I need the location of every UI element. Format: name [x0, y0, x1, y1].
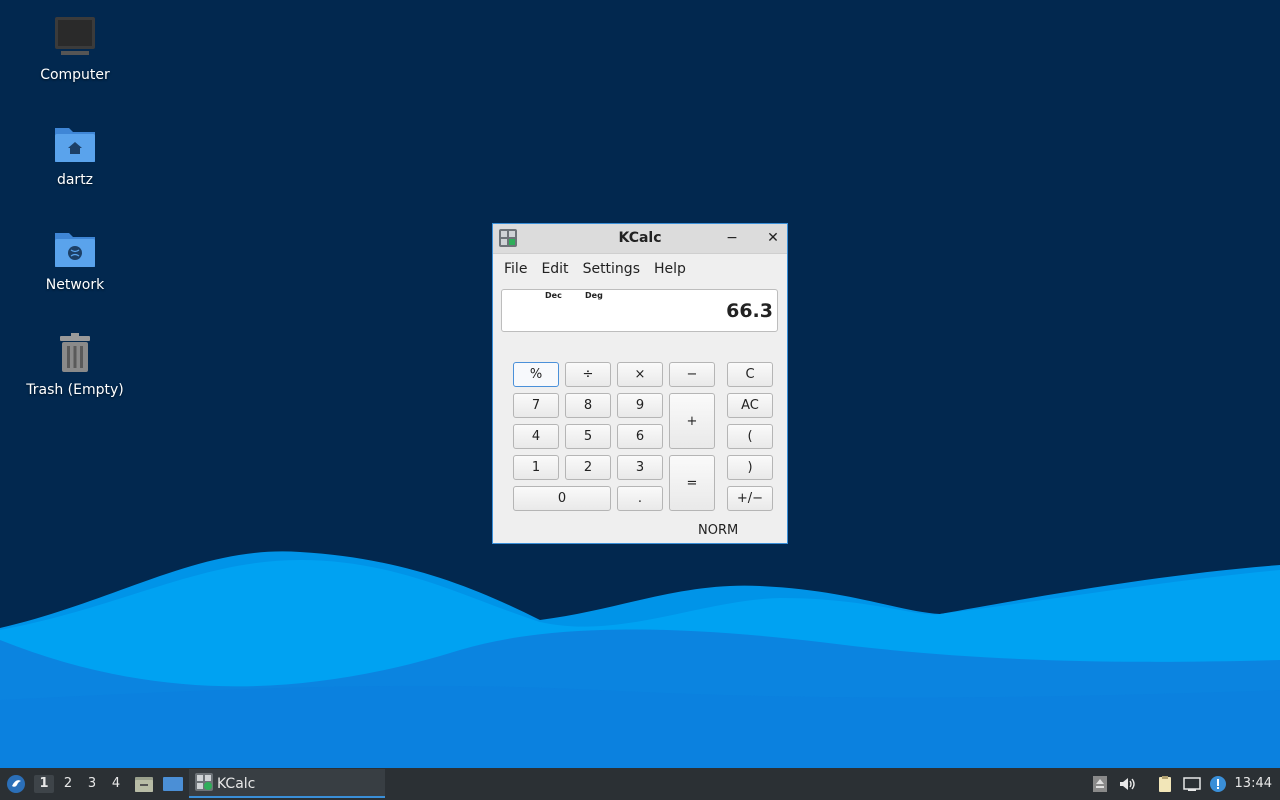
close-paren-button[interactable]: )	[727, 455, 773, 480]
open-paren-button[interactable]: (	[727, 424, 773, 449]
kcalc-taskbar-icon	[195, 773, 213, 791]
window-title: KCalc	[618, 230, 662, 246]
window-titlebar[interactable]: KCalc − ✕	[493, 224, 787, 254]
menu-settings[interactable]: Settings	[576, 261, 647, 277]
volume-icon[interactable]	[1118, 775, 1136, 793]
desktop-icon-label: Trash (Empty)	[26, 382, 124, 398]
digit-6-button[interactable]: 6	[617, 424, 663, 449]
desktop-icon-label: Computer	[40, 67, 110, 83]
base-mode-indicator: Dec	[545, 291, 562, 300]
multiply-button[interactable]: ×	[617, 362, 663, 387]
digit-4-button[interactable]: 4	[513, 424, 559, 449]
clear-button[interactable]: C	[727, 362, 773, 387]
digit-7-button[interactable]: 7	[513, 393, 559, 418]
subtract-button[interactable]: −	[669, 362, 715, 387]
workspace-4[interactable]: 4	[106, 775, 126, 793]
menu-edit[interactable]: Edit	[534, 261, 575, 277]
calculator-display: Dec Deg 66.3	[501, 289, 778, 332]
workspace-3[interactable]: 3	[82, 775, 102, 793]
divide-button[interactable]: ÷	[565, 362, 611, 387]
angle-mode-indicator: Deg	[585, 291, 603, 300]
kcalc-window: KCalc − ✕ File Edit Settings Help Dec De…	[492, 223, 788, 544]
equals-button[interactable]: =	[669, 455, 715, 511]
display-value: 66.3	[726, 300, 773, 322]
clock[interactable]: 13:44	[1235, 776, 1272, 791]
desktop-icon-home[interactable]: dartz	[20, 120, 130, 188]
notification-icon[interactable]	[1209, 775, 1227, 793]
desktop-icon-label: dartz	[56, 172, 94, 188]
desktop-icon-label: Network	[45, 277, 105, 293]
clipboard-icon[interactable]	[1156, 775, 1174, 793]
network-folder-icon	[55, 233, 95, 267]
decimal-button[interactable]: .	[617, 486, 663, 511]
digit-3-button[interactable]: 3	[617, 455, 663, 480]
percent-button[interactable]: %	[513, 362, 559, 387]
digit-8-button[interactable]: 8	[565, 393, 611, 418]
digit-0-button[interactable]: 0	[513, 486, 611, 511]
minimize-button[interactable]: −	[722, 228, 742, 248]
eject-icon[interactable]	[1091, 775, 1109, 793]
sign-toggle-button[interactable]: +/−	[727, 486, 773, 511]
computer-icon	[55, 17, 95, 55]
workspace-1[interactable]: 1	[34, 775, 54, 793]
taskbar-item-kcalc[interactable]: KCalc	[189, 769, 385, 798]
digit-5-button[interactable]: 5	[565, 424, 611, 449]
digit-2-button[interactable]: 2	[565, 455, 611, 480]
desktop-icon-trash[interactable]: Trash (Empty)	[20, 330, 130, 398]
workspace-2[interactable]: 2	[58, 775, 78, 793]
home-folder-icon	[55, 128, 95, 162]
digit-9-button[interactable]: 9	[617, 393, 663, 418]
all-clear-button[interactable]: AC	[727, 393, 773, 418]
trash-icon	[60, 333, 90, 372]
digit-1-button[interactable]: 1	[513, 455, 559, 480]
desktop-icon-network[interactable]: Network	[20, 225, 130, 293]
menu-bar: File Edit Settings Help	[493, 254, 787, 284]
taskbar-item-label: KCalc	[217, 776, 256, 792]
file-manager-icon[interactable]	[134, 774, 154, 794]
add-button[interactable]: +	[669, 393, 715, 449]
desktop-icon-computer[interactable]: Computer	[20, 15, 130, 83]
menu-help[interactable]: Help	[647, 261, 693, 277]
status-indicator: NORM	[698, 523, 739, 538]
network-status-icon[interactable]	[1183, 775, 1201, 793]
close-button[interactable]: ✕	[763, 228, 783, 248]
taskbar: 1 2 3 4 KCalc 13:44	[0, 768, 1280, 800]
start-menu-icon[interactable]	[6, 774, 26, 794]
menu-file[interactable]: File	[497, 261, 534, 277]
show-desktop-icon[interactable]	[162, 774, 184, 794]
